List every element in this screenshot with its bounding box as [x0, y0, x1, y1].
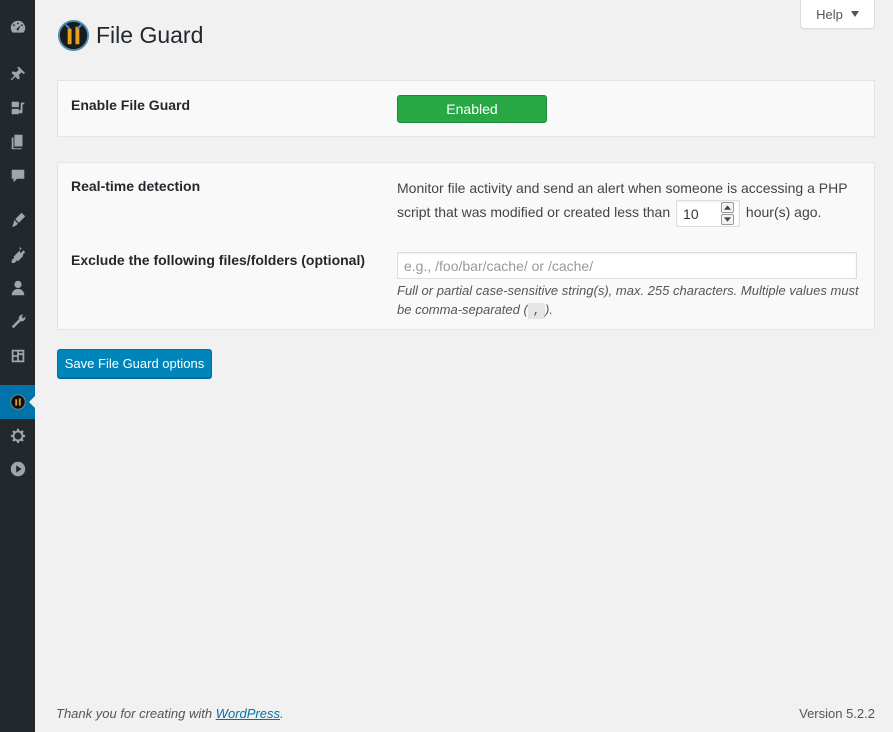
help-tab[interactable]: Help [800, 0, 875, 29]
plugins-icon[interactable] [0, 237, 35, 271]
stepper-down-icon[interactable] [721, 214, 735, 225]
plugin-extra-icon[interactable] [0, 339, 35, 373]
page-title: File Guard [96, 21, 204, 48]
users-icon[interactable] [0, 271, 35, 305]
media-play-icon[interactable] [0, 452, 35, 486]
enable-panel: Enable File Guard Enabled [57, 80, 875, 137]
dashboard-icon[interactable] [0, 10, 35, 44]
realtime-desc-suffix: hour(s) ago. [745, 204, 822, 221]
file-guard-logo-icon [57, 19, 90, 52]
tools-icon[interactable] [0, 305, 35, 339]
comments-icon[interactable] [0, 159, 35, 193]
appearance-icon[interactable] [0, 203, 35, 237]
file-guard-icon[interactable] [0, 385, 35, 419]
pin-icon[interactable] [0, 57, 35, 91]
comma-code: , [527, 303, 545, 319]
media-icon[interactable] [0, 91, 35, 125]
pages-icon[interactable] [0, 125, 35, 159]
hours-input[interactable] [677, 201, 720, 226]
exclude-hint: Full or partial case-sensitive string(s)… [397, 281, 867, 321]
save-button[interactable]: Save File Guard options [57, 349, 212, 378]
footer-thanks-end: . [280, 706, 284, 721]
wordpress-link[interactable]: WordPress [216, 706, 280, 721]
enable-toggle-button[interactable]: Enabled [397, 95, 547, 123]
realtime-description: Monitor file activity and send an alert … [397, 176, 857, 227]
stepper-up-icon[interactable] [721, 202, 735, 213]
exclude-hint-text: Full or partial case-sensitive string(s)… [397, 283, 859, 317]
help-label: Help [816, 6, 843, 22]
realtime-label: Real-time detection [71, 178, 201, 194]
enable-label: Enable File Guard [71, 97, 191, 113]
exclude-input[interactable] [397, 252, 857, 279]
page-header: File Guard [57, 17, 203, 53]
footer-thanks-text: Thank you for creating with [56, 706, 216, 721]
admin-sidebar [0, 0, 35, 732]
footer-thanks: Thank you for creating with WordPress. [56, 706, 284, 721]
caret-down-icon [850, 11, 859, 17]
stepper-controls[interactable] [721, 202, 735, 225]
settings-panel: Real-time detection Monitor file activit… [57, 162, 875, 330]
settings-icon[interactable] [0, 419, 35, 453]
footer-version: Version 5.2.2 [799, 706, 875, 721]
exclude-hint-end: ). [544, 302, 553, 317]
hours-stepper[interactable] [676, 200, 741, 227]
exclude-label: Exclude the following files/folders (opt… [71, 252, 366, 268]
